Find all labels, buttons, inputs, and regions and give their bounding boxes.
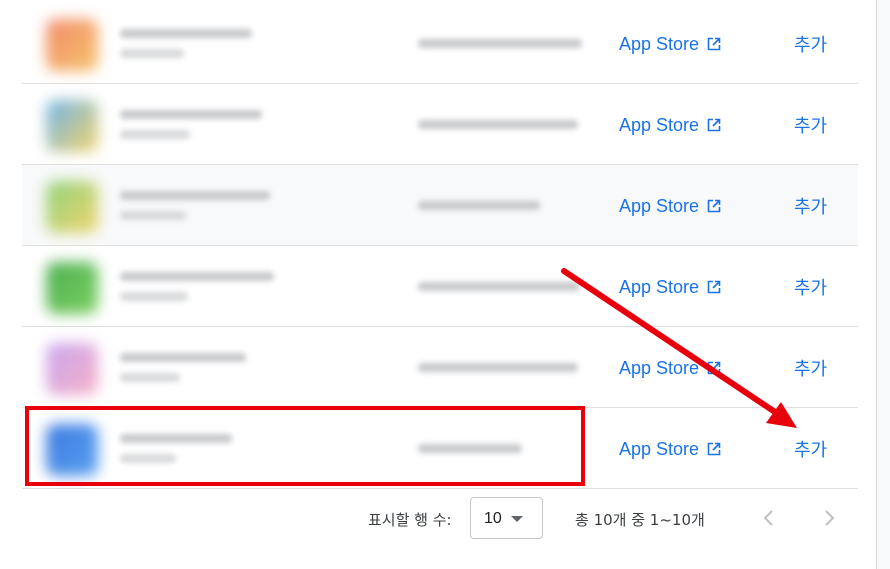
app-icon xyxy=(46,19,98,71)
external-link-icon xyxy=(707,442,721,456)
app-store-link-label: App Store xyxy=(619,114,700,135)
app-subtitle-redacted xyxy=(120,454,176,463)
add-app-button[interactable]: 추가 xyxy=(790,274,831,300)
table-row: App Store 추가 xyxy=(22,3,858,84)
table-row: App Store 추가 xyxy=(22,327,858,408)
app-store-link[interactable]: App Store xyxy=(619,438,721,460)
external-link-icon xyxy=(707,37,721,51)
table-row: App Store 추가 xyxy=(22,165,858,246)
app-icon xyxy=(46,424,98,476)
table-row: App Store 추가 xyxy=(22,84,858,165)
next-page-button[interactable] xyxy=(814,503,844,533)
app-name-redacted xyxy=(120,29,252,38)
app-subtitle-redacted xyxy=(120,49,184,58)
app-store-link-label: App Store xyxy=(619,33,700,54)
page-background-strip xyxy=(877,0,890,569)
app-name-redacted xyxy=(120,272,274,281)
add-app-button[interactable]: 추가 xyxy=(790,355,831,381)
app-store-link[interactable]: App Store xyxy=(619,276,721,298)
app-icon xyxy=(46,262,98,314)
add-app-button[interactable]: 추가 xyxy=(790,436,831,462)
app-icon xyxy=(46,343,98,395)
rows-per-page-value: 10 xyxy=(484,510,502,527)
app-store-link-label: App Store xyxy=(619,195,700,216)
app-store-link[interactable]: App Store xyxy=(619,195,721,217)
app-store-link-label: App Store xyxy=(619,357,700,378)
dropdown-caret-icon xyxy=(511,516,523,522)
add-app-button[interactable]: 추가 xyxy=(790,112,831,138)
publisher-redacted xyxy=(418,39,582,48)
table-row: App Store 추가 xyxy=(22,408,858,489)
app-store-link[interactable]: App Store xyxy=(619,114,721,136)
app-subtitle-redacted xyxy=(120,373,180,382)
pagination-range: 총 10개 중 1~10개 xyxy=(575,511,705,529)
app-store-link[interactable]: App Store xyxy=(619,33,721,55)
publisher-redacted xyxy=(418,201,540,210)
external-link-icon xyxy=(707,118,721,132)
app-name-redacted xyxy=(120,434,232,443)
publisher-redacted xyxy=(418,120,578,129)
app-store-link-label: App Store xyxy=(619,276,700,297)
app-name-redacted xyxy=(120,110,262,119)
app-subtitle-redacted xyxy=(120,130,190,139)
previous-page-button[interactable] xyxy=(754,503,784,533)
app-icon xyxy=(46,181,98,233)
rows-per-page-label: 표시할 행 수: xyxy=(368,511,452,529)
chevron-left-icon xyxy=(763,510,773,526)
app-icon xyxy=(46,100,98,152)
publisher-redacted xyxy=(418,282,580,291)
app-list-card: App Store 추가 App Store 추가 App Store 추가 App Sto… xyxy=(0,0,877,569)
pagination-footer: 표시할 행 수: 10 총 10개 중 1~10개 xyxy=(22,489,858,549)
app-name-redacted xyxy=(120,353,246,362)
add-app-button[interactable]: 추가 xyxy=(790,193,831,219)
publisher-redacted xyxy=(418,363,578,372)
app-store-link-label: App Store xyxy=(619,438,700,459)
chevron-right-icon xyxy=(825,510,835,526)
app-store-link[interactable]: App Store xyxy=(619,357,721,379)
external-link-icon xyxy=(707,199,721,213)
app-subtitle-redacted xyxy=(120,292,188,301)
publisher-redacted xyxy=(418,444,522,453)
external-link-icon xyxy=(707,280,721,294)
app-name-redacted xyxy=(120,191,270,200)
add-app-button[interactable]: 추가 xyxy=(790,31,831,57)
app-subtitle-redacted xyxy=(120,211,186,220)
external-link-icon xyxy=(707,361,721,375)
rows-per-page-select[interactable]: 10 xyxy=(470,497,543,539)
table-row: App Store 추가 xyxy=(22,246,858,327)
